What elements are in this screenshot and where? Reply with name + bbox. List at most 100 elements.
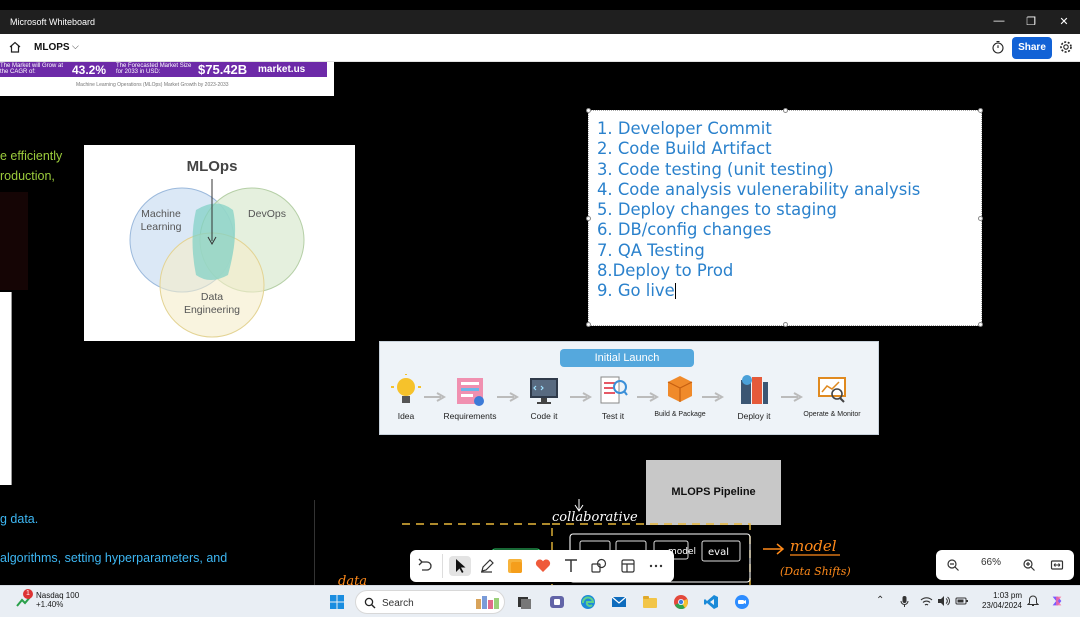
stage-label: Deploy it [737,411,771,421]
initial-launch-image[interactable]: Initial Launch Idea Requirements Code it… [379,341,879,435]
resize-handle[interactable] [783,108,788,113]
clock-time: 1:03 pm [993,591,1022,600]
divider [314,500,315,585]
step-item: 6. DB/config changes [597,220,772,240]
taskbar-search[interactable]: Search [355,590,505,614]
outlook-mail-icon[interactable] [611,594,627,610]
chrome-browser-icon[interactable] [673,594,689,610]
step-item-last: 9. Go live [597,281,981,301]
step-item: 7. QA Testing [597,240,705,260]
fit-screen-icon[interactable] [1050,558,1064,572]
resize-handle[interactable] [978,322,983,327]
left-text-line-4: algorithms, setting hyperparameters, and [0,551,228,565]
pen-icon[interactable] [476,556,498,576]
search-icon [364,597,376,609]
zoom-out-icon[interactable] [946,558,960,572]
toolbar-separator [442,554,443,578]
shapes-icon[interactable] [588,556,610,576]
sketch-data-label: data [338,574,367,585]
pipeline-banner: Initial Launch [560,349,694,367]
left-text-line-2: roduction, [0,169,55,183]
resize-handle[interactable] [978,216,983,221]
resize-handle[interactable] [783,322,788,327]
text-icon[interactable] [560,556,582,576]
forecast-label: The Forecasted Market Size for 2033 in U… [116,63,192,75]
sketch-eval-label: eval [708,547,729,558]
close-button[interactable]: ✕ [1057,15,1071,28]
battery-icon[interactable] [955,595,969,607]
background-panel [0,192,28,290]
left-text-line-3: g data. [0,512,39,526]
board-name[interactable]: MLOPS [34,42,70,53]
app-bar: MLOPS ⌵ Share [0,34,1080,62]
step-item: 5. Deploy changes to staging [597,200,837,220]
market-banner: The Market will Grow at the CAGR of: 43.… [0,62,327,77]
pipeline-stage: Deploy it [722,374,786,421]
step-item: 4. Code analysis vulenerability analysis [597,179,921,199]
search-highlight-icon [476,596,499,609]
window-titlebar: Microsoft Whiteboard — ❐ ✕ [0,10,1080,34]
sticky-note-icon[interactable] [504,556,526,576]
market-growth-image[interactable]: The Market will Grow at the CAGR of: 43.… [0,62,334,96]
copilot-icon[interactable] [1049,594,1065,608]
microphone-icon[interactable] [899,595,910,607]
windows-start-icon[interactable] [329,594,345,610]
undo-icon[interactable] [414,556,436,576]
chevron-down-icon[interactable]: ⌵ [72,41,79,52]
stage-label: Build & Package [654,411,706,418]
wifi-icon[interactable] [920,595,933,607]
templates-icon[interactable] [617,556,639,576]
more-icon[interactable] [645,556,667,576]
brand-logo: market.us [258,64,306,75]
market-caption: Machine Learning Operations (MLOps) Mark… [76,82,229,88]
sketch-data-shifts-label: (Data Shifts) [780,565,851,578]
steps-text-box[interactable]: 1. Developer Commit 2. Code Build Artifa… [586,108,983,327]
zoom-app-icon[interactable] [734,594,750,610]
stage-label: Requirements [443,411,497,421]
mlops-venn-image[interactable]: MLOps Machine Learning DevOps Data Engin… [84,145,355,341]
resize-handle[interactable] [586,322,591,327]
reaction-heart-icon[interactable] [532,556,554,576]
requirements-icon [457,378,484,406]
windows-taskbar: 1 Nasdaq 100 +1.40% Search ⌃ 1:03 pm 23/… [0,585,1080,617]
stage-label: Idea [397,411,415,421]
venn-title: MLOps [187,158,238,175]
resize-handle[interactable] [978,108,983,113]
venn-label-c-2: Engineering [184,304,240,316]
partial-image[interactable] [0,292,12,485]
step-item: 1. Developer Commit [597,119,772,138]
teams-icon[interactable] [549,594,565,610]
package-icon [667,376,693,402]
stock-ticker-widget[interactable]: 1 Nasdaq 100 +1.40% [16,589,79,609]
test-checklist-icon [600,376,628,404]
zoom-control: 66% [936,550,1074,580]
step-item-text: 9. Go live [597,281,675,301]
volume-icon[interactable] [937,595,950,607]
venn-label-b: DevOps [248,208,286,220]
zoom-in-icon[interactable] [1022,558,1036,572]
timer-icon[interactable] [991,40,1005,54]
select-pointer-icon[interactable] [449,556,471,576]
vscode-icon[interactable] [703,594,719,610]
step-item: 2. Code Build Artifact [597,139,772,159]
home-icon[interactable] [8,40,22,54]
whiteboard-canvas[interactable]: The Market will Grow at the CAGR of: 43.… [0,62,1080,585]
growth-label: The Market will Grow at the CAGR of: [0,63,64,75]
share-button[interactable]: Share [1012,37,1052,59]
gear-icon[interactable] [1059,40,1073,54]
task-view-icon[interactable] [516,594,532,610]
venn-label-a-1: Machine [141,208,181,220]
edge-browser-icon[interactable] [580,594,596,610]
resize-handle[interactable] [586,108,591,113]
chevron-up-icon[interactable]: ⌃ [876,595,884,606]
restore-button[interactable]: ❐ [1024,15,1038,28]
minimize-button[interactable]: — [992,15,1006,27]
file-explorer-icon[interactable] [642,594,658,610]
zoom-level[interactable]: 66% [981,557,1001,568]
pipeline-stage: Requirements [438,374,502,421]
notification-bell-icon[interactable] [1027,595,1039,607]
system-clock[interactable]: 1:03 pm 23/04/2024 [974,591,1022,611]
sketch-model-label: model [790,537,837,555]
resize-handle[interactable] [586,216,591,221]
clock-date: 23/04/2024 [981,601,1022,610]
